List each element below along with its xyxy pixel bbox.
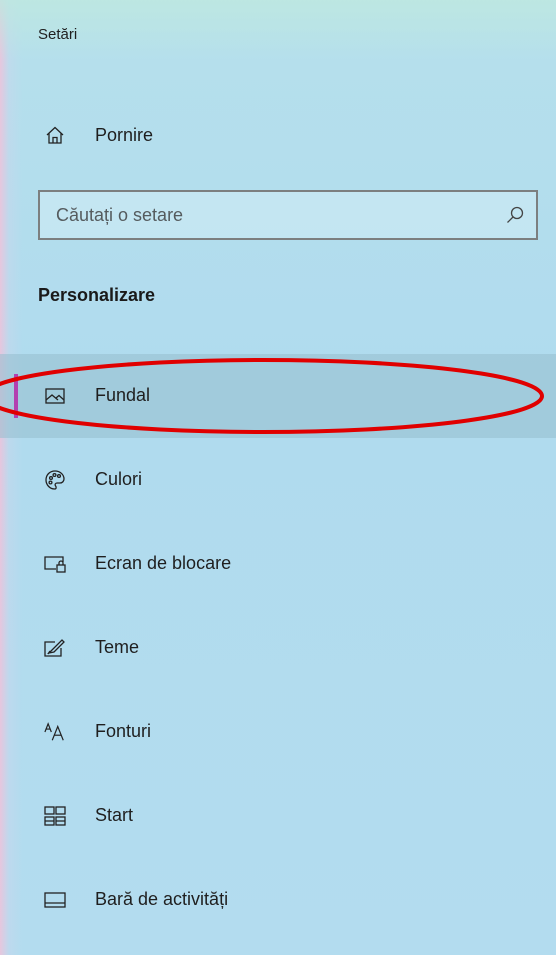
picture-icon bbox=[44, 385, 66, 407]
nav-item-label: Culori bbox=[95, 469, 143, 489]
fonts-icon bbox=[44, 721, 66, 743]
nav-item-ecran-de-blocare[interactable]: Ecran de blocare bbox=[0, 522, 556, 606]
home-nav-item[interactable]: Pornire bbox=[0, 112, 556, 158]
nav-item-bara-de-activitati[interactable]: Bară de activități bbox=[0, 858, 556, 942]
nav-item-label: Fonturi bbox=[95, 721, 152, 741]
nav-item-label: Bară de activități bbox=[95, 889, 229, 909]
home-icon bbox=[44, 124, 66, 146]
start-icon bbox=[44, 805, 66, 827]
nav-list: Fundal Culori Ecran de blocare Teme Font… bbox=[0, 354, 556, 942]
nav-item-label: Teme bbox=[95, 637, 140, 657]
nav-item-start[interactable]: Start bbox=[0, 774, 556, 858]
lock-screen-icon bbox=[44, 553, 66, 575]
nav-item-culori[interactable]: Culori bbox=[0, 438, 556, 522]
palette-icon bbox=[44, 469, 66, 491]
section-heading: Personalizare bbox=[38, 285, 156, 305]
nav-item-fonturi[interactable]: Fonturi bbox=[0, 690, 556, 774]
nav-item-label: Fundal bbox=[95, 385, 151, 405]
home-nav-label: Pornire bbox=[95, 124, 154, 145]
nav-item-teme[interactable]: Teme bbox=[0, 606, 556, 690]
taskbar-icon bbox=[44, 889, 66, 911]
search-icon[interactable] bbox=[504, 204, 526, 226]
search-box[interactable] bbox=[38, 190, 538, 240]
nav-item-label: Start bbox=[95, 805, 134, 825]
nav-item-fundal[interactable]: Fundal bbox=[0, 354, 556, 438]
nav-item-label: Ecran de blocare bbox=[95, 553, 232, 573]
themes-icon bbox=[44, 637, 66, 659]
window-title: Setări bbox=[38, 26, 78, 43]
search-input[interactable] bbox=[40, 194, 488, 236]
